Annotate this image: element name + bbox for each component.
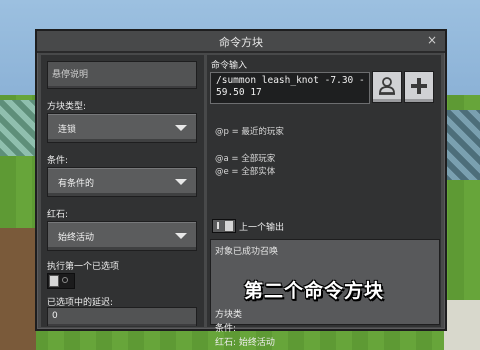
toggle-knob [224, 220, 234, 232]
add-button[interactable] [404, 71, 434, 103]
paste-button[interactable] [372, 71, 402, 103]
toggle-off-icon [62, 277, 68, 283]
previous-output-toggle[interactable] [212, 219, 236, 233]
dialog-title: 命令方块 [219, 36, 263, 49]
pale-block [444, 300, 480, 350]
execute-first-toggle[interactable] [47, 273, 75, 289]
person-paste-icon [379, 77, 395, 95]
delay-value: 0 [52, 311, 58, 321]
title-bar: 命令方块 × [37, 31, 445, 53]
toggle-on-icon [217, 222, 219, 229]
block-type-dropdown[interactable]: 连锁 [47, 113, 197, 143]
footer-redstone: 红石: 始终活动 [215, 338, 275, 348]
help-line-nearest-player: @p = 最近的玩家 [215, 127, 284, 137]
execute-first-label: 执行第一个已选项 [47, 262, 120, 272]
chevron-down-icon [175, 125, 187, 131]
prismarine-block [0, 100, 36, 156]
command-block-dialog: 命令方块 × 悬停说明 方块类型: 连锁 条件: 有条件的 红石: 始终活动 执… [35, 29, 447, 348]
command-input[interactable]: /summon leash_knot -7.30 -59.50 17 [210, 72, 370, 104]
condition-value: 有条件的 [58, 179, 95, 189]
delay-input[interactable]: 0 [47, 307, 197, 326]
block-type-value: 连锁 [58, 125, 77, 135]
chevron-down-icon [175, 179, 187, 185]
dirt-block [0, 228, 36, 350]
footer-condition: 条件: [215, 324, 237, 334]
redstone-dropdown[interactable]: 始终活动 [47, 221, 197, 251]
toggle-knob [49, 275, 59, 287]
help-line-all-entities: @e = 全部实体 [215, 167, 276, 177]
settings-panel: 悬停说明 方块类型: 连锁 条件: 有条件的 红石: 始终活动 执行第一个已选项… [41, 55, 204, 327]
condition-dropdown[interactable]: 有条件的 [47, 167, 197, 197]
output-text: 对象已成功召唤 [215, 247, 279, 257]
hover-note-input[interactable]: 悬停说明 [47, 61, 197, 89]
plus-icon [411, 78, 427, 94]
redstone-value: 始终活动 [58, 233, 95, 243]
previous-output-label: 上一个输出 [239, 223, 285, 233]
hover-note-placeholder: 悬停说明 [52, 70, 89, 80]
overlay-caption: 第二个命令方块 [244, 280, 385, 302]
help-line-all-players: @a = 全部玩家 [215, 154, 276, 164]
condition-label: 条件: [47, 156, 69, 166]
block-type-label: 方块类型: [47, 102, 87, 112]
chevron-down-icon [175, 233, 187, 239]
command-text: /summon leash_knot -7.30 -59.50 17 [216, 75, 365, 98]
stone-block [444, 110, 480, 180]
close-icon[interactable]: × [425, 33, 439, 47]
footer-block-type: 方块类 [215, 310, 243, 320]
command-input-label: 命令输入 [211, 61, 248, 71]
redstone-label: 红石: [47, 210, 69, 220]
